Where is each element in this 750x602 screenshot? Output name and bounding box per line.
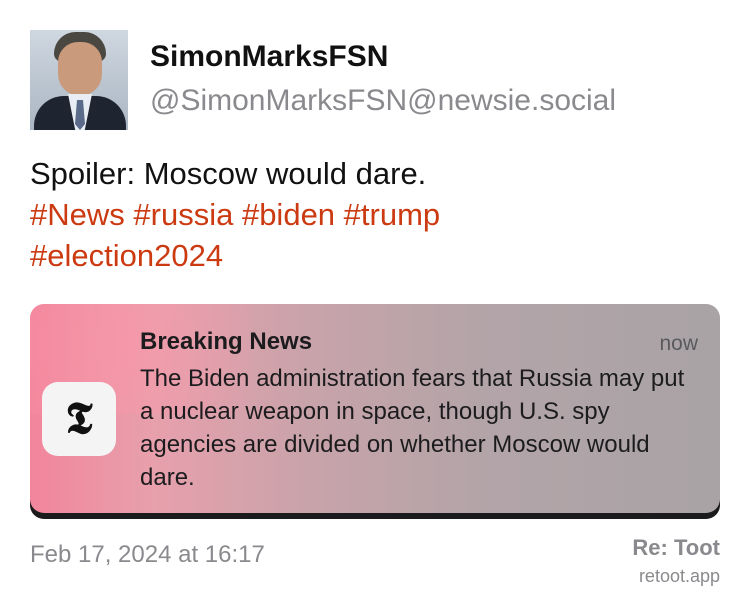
hashtag-election2024[interactable]: #election2024 (30, 238, 223, 273)
notification-body: The Biden administration fears that Russ… (140, 365, 685, 491)
hashtag-news[interactable]: #News (30, 197, 125, 232)
user-handle[interactable]: @SimonMarksFSN@newsie.social (150, 84, 616, 118)
post-timestamp: Feb 17, 2024 at 16:17 (30, 541, 265, 568)
notification-title: Breaking News (140, 328, 313, 355)
post-text: Spoiler: Moscow would dare. #News #russi… (30, 153, 720, 276)
hashtag-biden[interactable]: #biden (242, 197, 335, 232)
brand-site: retoot.app (638, 566, 720, 586)
display-name[interactable]: SimonMarksFSN (150, 40, 388, 74)
avatar-face (58, 42, 102, 96)
brand-title: Re: Toot (632, 535, 720, 560)
post-body: Spoiler: Moscow would dare. (30, 156, 427, 191)
nyt-logo-icon: 𝕿 (42, 382, 116, 456)
notification-screenshot[interactable]: 𝕿 Breaking News now The Biden administra… (30, 304, 720, 519)
hashtag-russia[interactable]: #russia (133, 197, 233, 232)
notification-time: now (659, 332, 698, 355)
nyt-glyph: 𝕿 (65, 393, 93, 444)
hashtag-trump[interactable]: #trump (344, 197, 440, 232)
avatar[interactable] (30, 30, 128, 130)
